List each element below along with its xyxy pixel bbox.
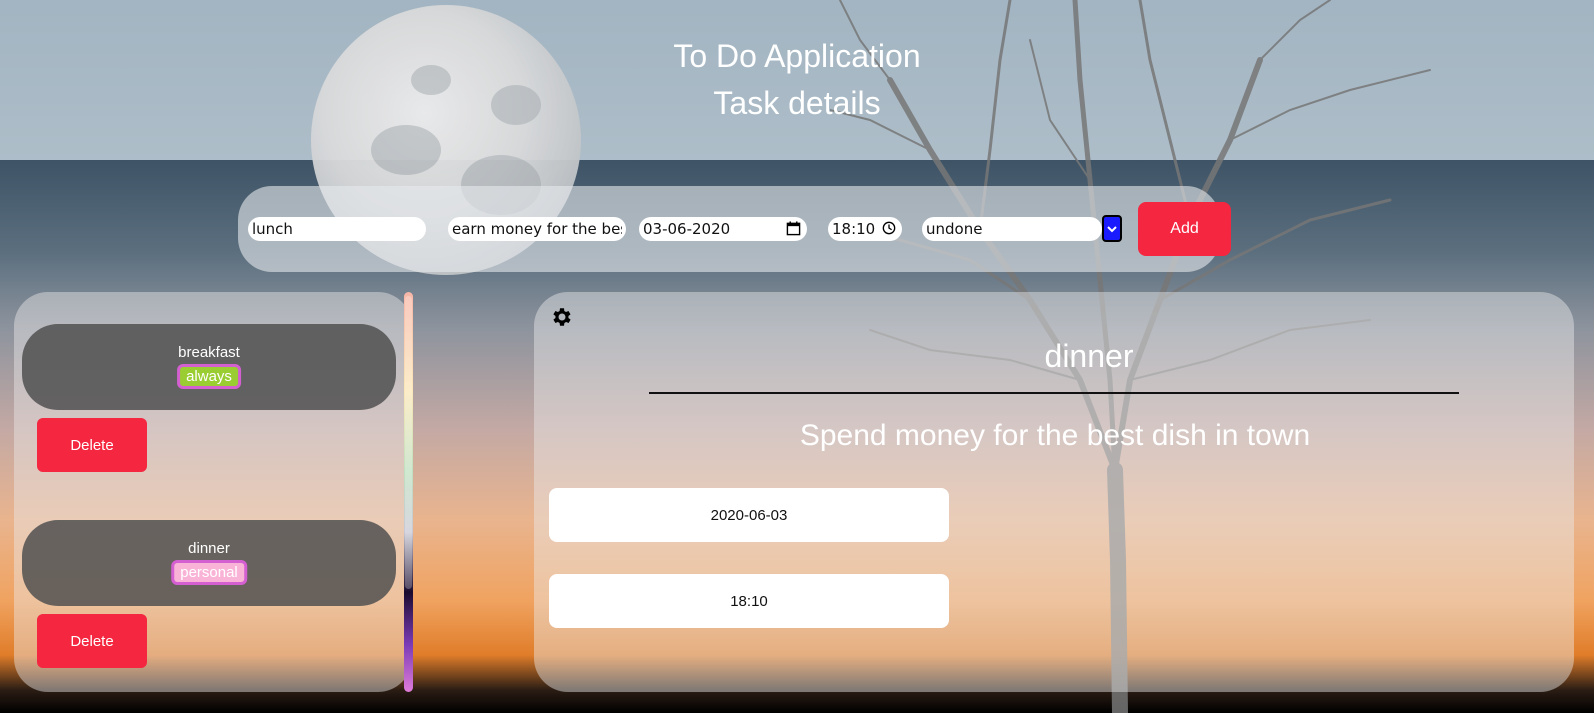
detail-divider <box>649 392 1459 394</box>
page-title: Task details <box>713 85 881 121</box>
task-date-input[interactable]: 03-06-2020 <box>639 217 807 241</box>
task-status-value: undone <box>926 220 983 238</box>
task-card-tag: personal <box>171 560 247 585</box>
clock-icon[interactable] <box>882 221 896 235</box>
task-date-value: 03-06-2020 <box>643 220 731 238</box>
task-status-select[interactable]: undone <box>922 217 1102 241</box>
detail-time-box: 18:10 <box>549 574 949 628</box>
task-description-input[interactable] <box>448 217 626 241</box>
task-name-input[interactable] <box>248 217 426 241</box>
detail-task-description: Spend money for the best dish in town <box>799 419 1311 452</box>
task-card-breakfast[interactable]: breakfast always <box>22 324 396 410</box>
app-title: To Do Application <box>673 38 921 74</box>
delete-button[interactable]: Delete <box>37 418 147 472</box>
task-card-name: breakfast <box>178 344 240 361</box>
add-task-button[interactable]: Add <box>1138 202 1231 256</box>
status-dropdown-button[interactable] <box>1102 215 1122 242</box>
chevron-down-icon <box>1107 225 1117 232</box>
detail-date-box: 2020-06-03 <box>549 488 949 542</box>
task-card-tag: always <box>177 364 241 389</box>
task-card-dinner[interactable]: dinner personal <box>22 520 396 606</box>
task-time-value: 18:10 <box>832 220 876 238</box>
delete-button[interactable]: Delete <box>37 614 147 668</box>
task-time-input[interactable]: 18:10 <box>828 217 902 241</box>
calendar-icon[interactable] <box>786 221 801 236</box>
gear-icon[interactable] <box>550 305 574 329</box>
detail-task-title: dinner <box>1044 338 1134 374</box>
scrollbar-thumb[interactable] <box>405 296 412 589</box>
task-card-name: dinner <box>188 540 230 557</box>
